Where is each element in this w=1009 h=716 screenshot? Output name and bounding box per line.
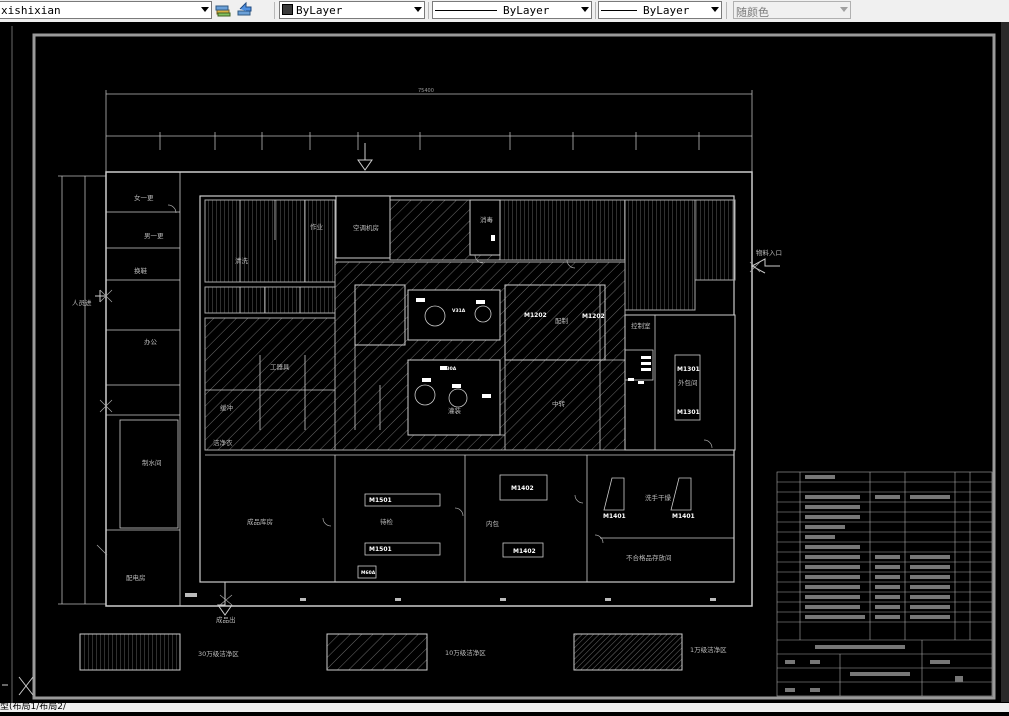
plotstyle-dropdown: 随颜色 xyxy=(733,1,851,19)
label-gongyong: 工器具 xyxy=(270,363,290,371)
label-qingxi: 清洗 xyxy=(235,256,249,265)
label-zhongzhuan: 中转 xyxy=(552,399,566,408)
color-swatch xyxy=(282,4,293,15)
color-value: ByLayer xyxy=(296,4,343,17)
tag-m1501-a: M1501 xyxy=(369,497,392,504)
lineweight-value: ByLayer xyxy=(643,4,690,17)
command-line[interactable]: 型(布局1/布局2/ xyxy=(0,703,1009,712)
label-kongtiao: 空调机房 xyxy=(353,223,379,232)
tag-m60a: M60A xyxy=(361,570,376,576)
label-dongshi: 洗手干燥 xyxy=(645,493,672,502)
label-waibao: 外包间 xyxy=(678,378,698,387)
legend: 30万级洁净区 10万级洁净区 1万级洁净区 xyxy=(79,633,727,671)
color-dropdown[interactable]: ByLayer xyxy=(279,1,425,19)
label-zuoye: 作业 xyxy=(310,222,324,231)
layer-name: xishixian xyxy=(1,4,61,17)
chevron-down-icon xyxy=(201,7,209,12)
label-chengpinchu: 成品出 xyxy=(216,615,236,624)
tag-m1301-a: M1301 xyxy=(677,366,700,373)
label-peidianfang: 配电房 xyxy=(126,573,146,582)
label-zhishuijian: 制水间 xyxy=(142,458,162,467)
legend-1w: 1万级洁净区 xyxy=(690,645,727,654)
label-dengkan: 待检 xyxy=(380,517,394,526)
label-chengpin-kufang: 成品库房 xyxy=(247,517,273,526)
command-text: 型(布局1/布局2/ xyxy=(0,703,67,712)
label-baozhuang: 内包 xyxy=(486,519,500,528)
legend-30w: 30万级洁净区 xyxy=(198,649,239,658)
label-yifu: 洁净衣 xyxy=(213,438,233,447)
linetype-value: ByLayer xyxy=(503,4,550,17)
linetype-preview xyxy=(435,10,497,11)
tag-m1501-b: M1501 xyxy=(369,546,392,553)
vertical-scrollbar[interactable] xyxy=(1001,22,1009,702)
layer-previous-icon[interactable] xyxy=(235,1,253,19)
drawing-canvas[interactable]: 75400 女一更 男一更 换鞋 人员进 办公 制水间 配电房 成品出 物料入口… xyxy=(0,22,1009,712)
tag-m1401-b: M1401 xyxy=(672,513,695,520)
tag-m1402-a: M1402 xyxy=(511,485,534,492)
label-nan-gengyi: 男一更 xyxy=(144,232,164,240)
lineweight-preview xyxy=(601,10,637,11)
total-dimension: 75400 xyxy=(418,88,434,94)
chevron-down-icon xyxy=(581,7,589,12)
label-huanxie: 换鞋 xyxy=(134,266,148,275)
label-nv-gengyi: 女一更 xyxy=(134,193,154,202)
label-peizhi: 配制 xyxy=(555,316,569,325)
tag-v31a: V31A xyxy=(452,308,466,314)
properties-toolbar: xishixian ByLayer ByLayer ByLayer 随颜色 xyxy=(0,0,1009,23)
plotstyle-value: 随颜色 xyxy=(736,6,769,19)
tag-m1401-a: M1401 xyxy=(603,513,626,520)
label-renyuanjin: 人员进 xyxy=(72,299,92,307)
label-xiaodu: 消毒 xyxy=(480,215,494,224)
legend-10w: 10万级洁净区 xyxy=(445,648,486,657)
label-wuliao-rukou: 物料入口 xyxy=(756,248,782,257)
lineweight-dropdown[interactable]: ByLayer xyxy=(598,1,722,19)
chevron-down-icon xyxy=(711,7,719,12)
label-buhege: 不合格品存放间 xyxy=(626,553,672,562)
label-guanzhuang: 灌装 xyxy=(448,406,462,415)
layer-states-icon[interactable] xyxy=(214,1,232,19)
tag-m1202-a: M1202 xyxy=(524,312,547,319)
tag-m1202-b: M1202 xyxy=(582,313,605,320)
tag-m1301-b: M1301 xyxy=(677,409,700,416)
label-huanchong: 缓冲 xyxy=(220,403,234,412)
ucs-icon xyxy=(2,676,34,696)
layer-dropdown[interactable]: xishixian xyxy=(0,1,212,19)
linetype-dropdown[interactable]: ByLayer xyxy=(432,1,592,19)
label-kongzhi: 控制室 xyxy=(631,321,651,330)
chevron-down-icon xyxy=(840,7,848,12)
tag-m1402-b: M1402 xyxy=(513,548,536,555)
chevron-down-icon xyxy=(414,7,422,12)
label-bangong: 办公 xyxy=(144,337,158,346)
